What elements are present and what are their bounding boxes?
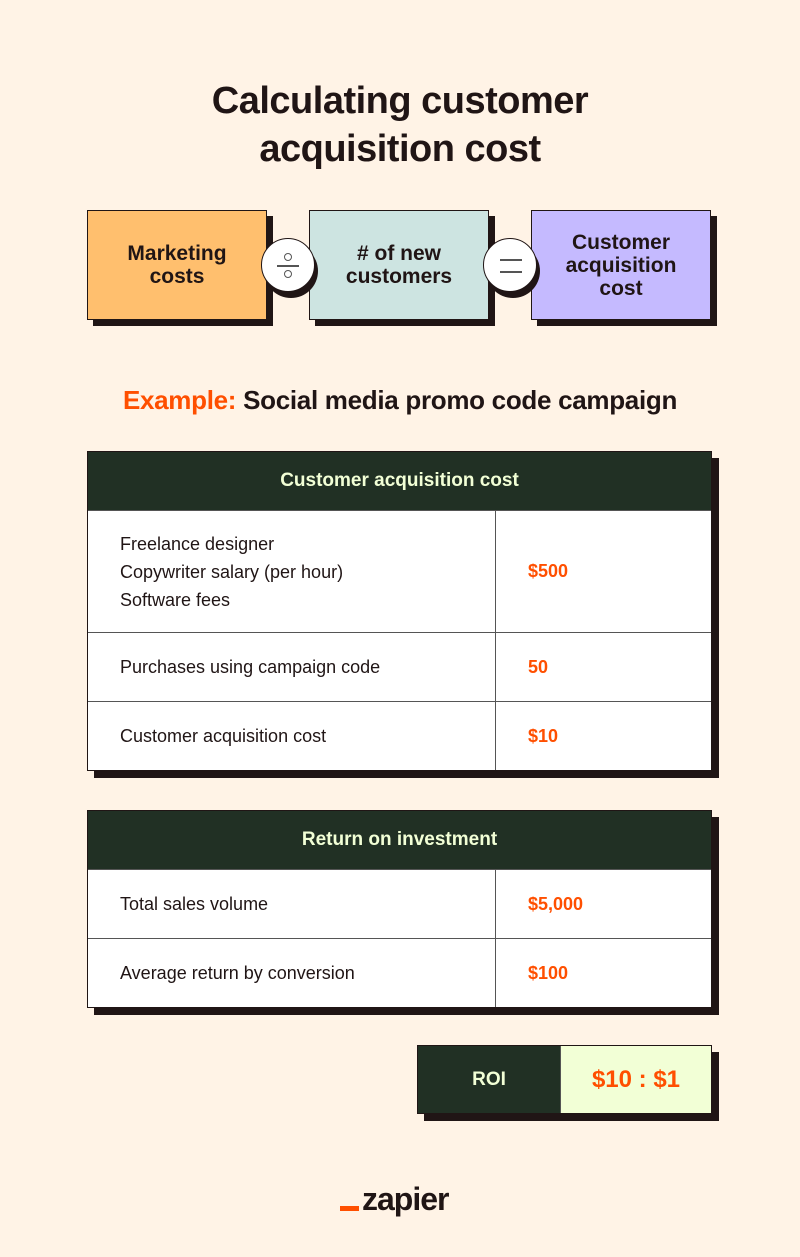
row-label-line: Average return by conversion [120,963,355,983]
table-row: Total sales volume $5,000 [88,869,711,938]
cac-table-header: Customer acquisition cost [88,452,711,510]
cac-table: Customer acquisition cost Freelance desi… [87,451,712,771]
roi-label: ROI [418,1046,561,1113]
row-value: 50 [528,656,549,677]
cac-line-3: cost [599,276,643,300]
divide-icon [261,238,315,292]
equals-icon [483,238,537,292]
row-label: Purchases using campaign code [88,633,496,701]
roi-table: Return on investment Total sales volume … [87,810,712,1008]
new-customers-line-1: # of new [356,242,441,265]
row-label: Freelance designer Copywriter salary (pe… [88,511,496,632]
row-label: Average return by conversion [88,939,496,1007]
new-customers-line-2: customers [345,265,453,288]
example-label: Example: [122,385,237,415]
row-value: $100 [528,962,569,983]
divide-dot-top [284,253,292,261]
row-label: Customer acquisition cost [88,702,496,770]
formula-marketing-costs: Marketing costs [87,210,267,320]
zapier-logo: zapier [340,1181,449,1217]
row-label-line: Total sales volume [120,894,269,914]
marketing-costs-line-2: costs [149,265,205,288]
formula-new-customers: # of new customers [309,210,489,320]
row-label-line: Copywriter salary (per hour) [120,561,344,582]
marketing-costs-line-1: Marketing [127,242,227,265]
table-row: Purchases using campaign code 50 [88,632,711,701]
equals-bar-bottom [500,271,522,273]
roi-summary: ROI $10 : $1 [417,1045,712,1114]
row-value: $5,000 [528,893,584,914]
row-label-line: Freelance designer [120,533,275,554]
formula-customer-acquisition-cost: Customer acquisition cost [531,210,711,320]
logo-underscore-icon [340,1206,359,1211]
divide-dot-bottom [284,270,292,278]
table-row: Freelance designer Copywriter salary (pe… [88,510,711,632]
cac-line-2: acquisition [565,253,677,277]
row-value: $500 [528,561,569,581]
roi-table-header: Return on investment [88,811,711,869]
cac-line-1: Customer [571,230,670,254]
divide-bar [277,265,299,267]
title-line-1: Calculating customer [211,80,589,123]
table-row: Average return by conversion $100 [88,938,711,1007]
roi-value: $10 : $1 [561,1046,711,1113]
title-line-2: acquisition cost [259,128,541,171]
page-title: Calculating customer acquisition cost [0,77,800,173]
logo-wordmark: zapier [362,1181,449,1217]
example-text: Social media promo code campaign [243,385,678,415]
row-label-line: Purchases using campaign code [120,657,381,677]
row-label-line: Customer acquisition cost [120,726,327,746]
table-row: Customer acquisition cost $10 [88,701,711,770]
row-label-line: Software fees [120,589,231,610]
example-heading: Example: Social media promo code campaig… [0,384,800,416]
equals-bar-top [500,259,522,261]
row-label: Total sales volume [88,870,496,938]
row-value: $10 [528,725,559,746]
